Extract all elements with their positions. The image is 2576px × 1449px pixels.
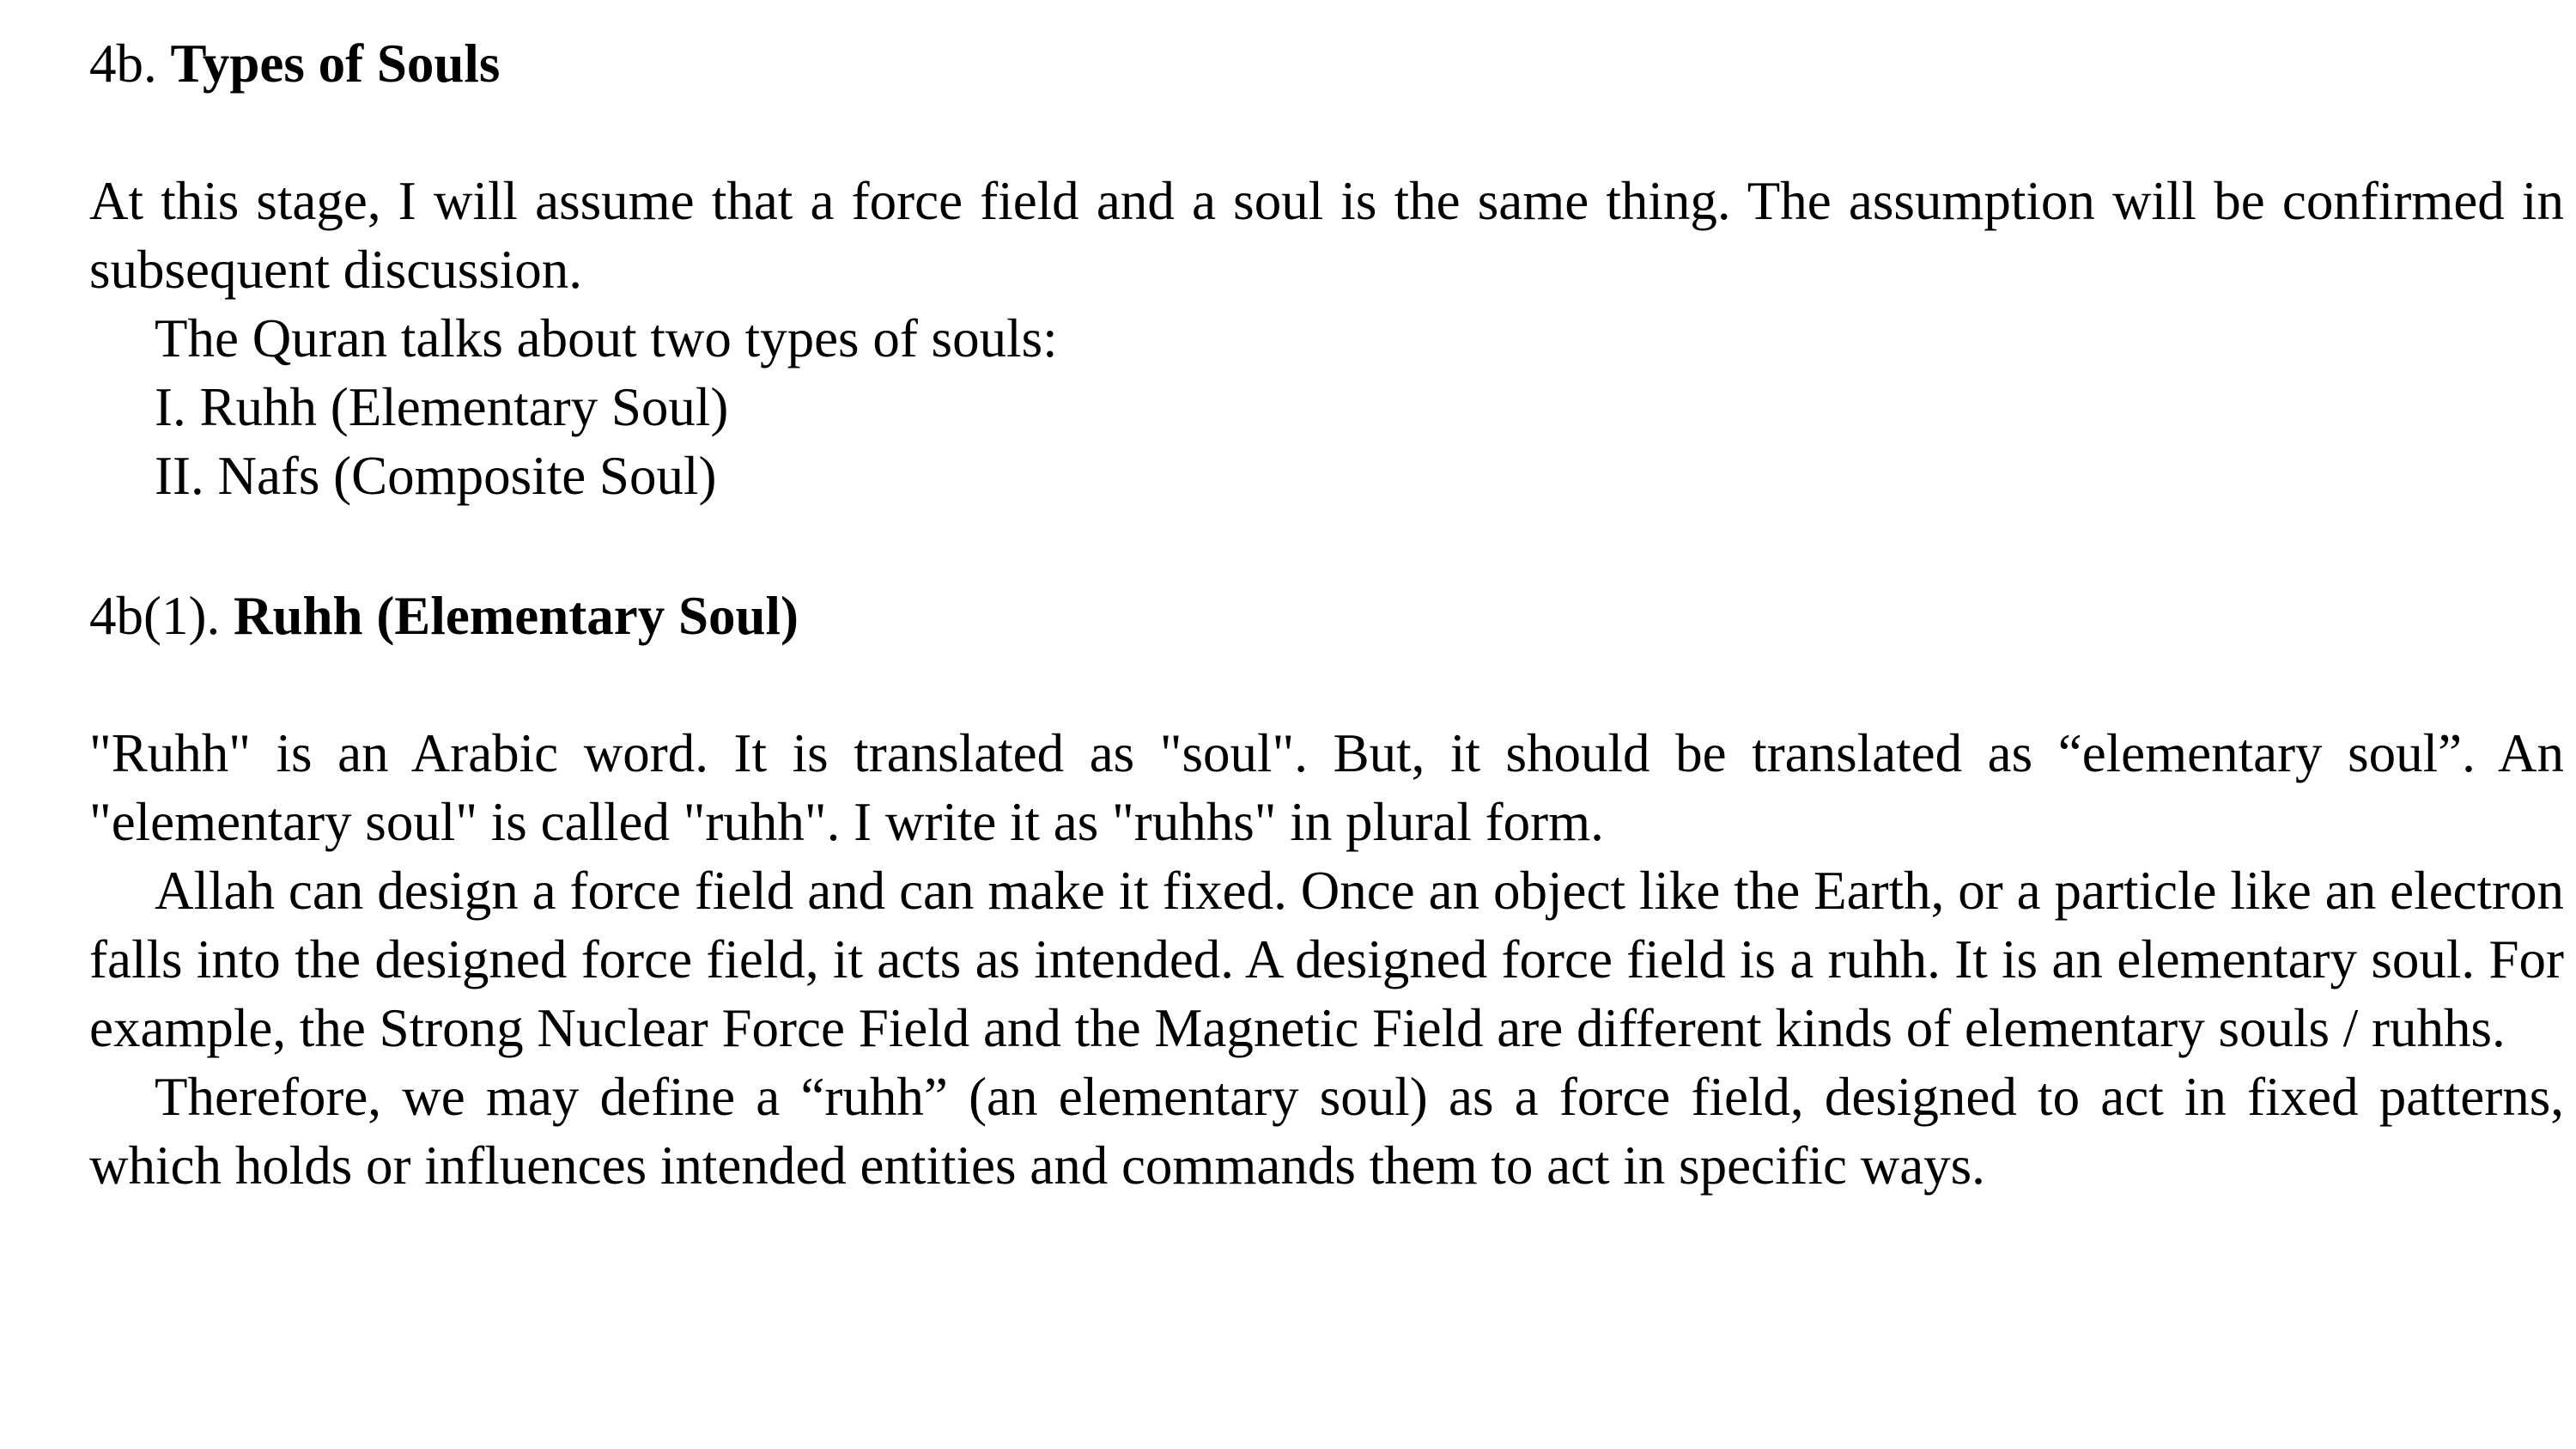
section-number: 4b(1). [89, 586, 221, 646]
list-item-ruhh: I. Ruhh (Elementary Soul) [155, 377, 729, 437]
section-title: Types of Souls [170, 33, 501, 94]
paragraph: Therefore, we may define a “ruhh” (an el… [89, 1067, 2564, 1196]
paragraph: "Ruhh" is an Arabic word. It is translat… [89, 723, 2564, 852]
section-body-4b: At this stage, I will assume that a forc… [89, 167, 2564, 510]
section-body-4b1: "Ruhh" is an Arabic word. It is translat… [89, 719, 2564, 1200]
section-title: Ruhh (Elementary Soul) [233, 586, 799, 646]
section-heading-4b: 4b. Types of Souls [89, 29, 500, 98]
list-intro: The Quran talks about two types of souls… [155, 308, 1058, 368]
section-number: 4b. [89, 33, 157, 94]
paragraph: Allah can design a force field and can m… [89, 861, 2564, 1058]
list-item-nafs: II. Nafs (Composite Soul) [155, 446, 717, 506]
paragraph: At this stage, I will assume that a forc… [89, 171, 2564, 300]
section-heading-4b1: 4b(1). Ruhh (Elementary Soul) [89, 581, 799, 650]
